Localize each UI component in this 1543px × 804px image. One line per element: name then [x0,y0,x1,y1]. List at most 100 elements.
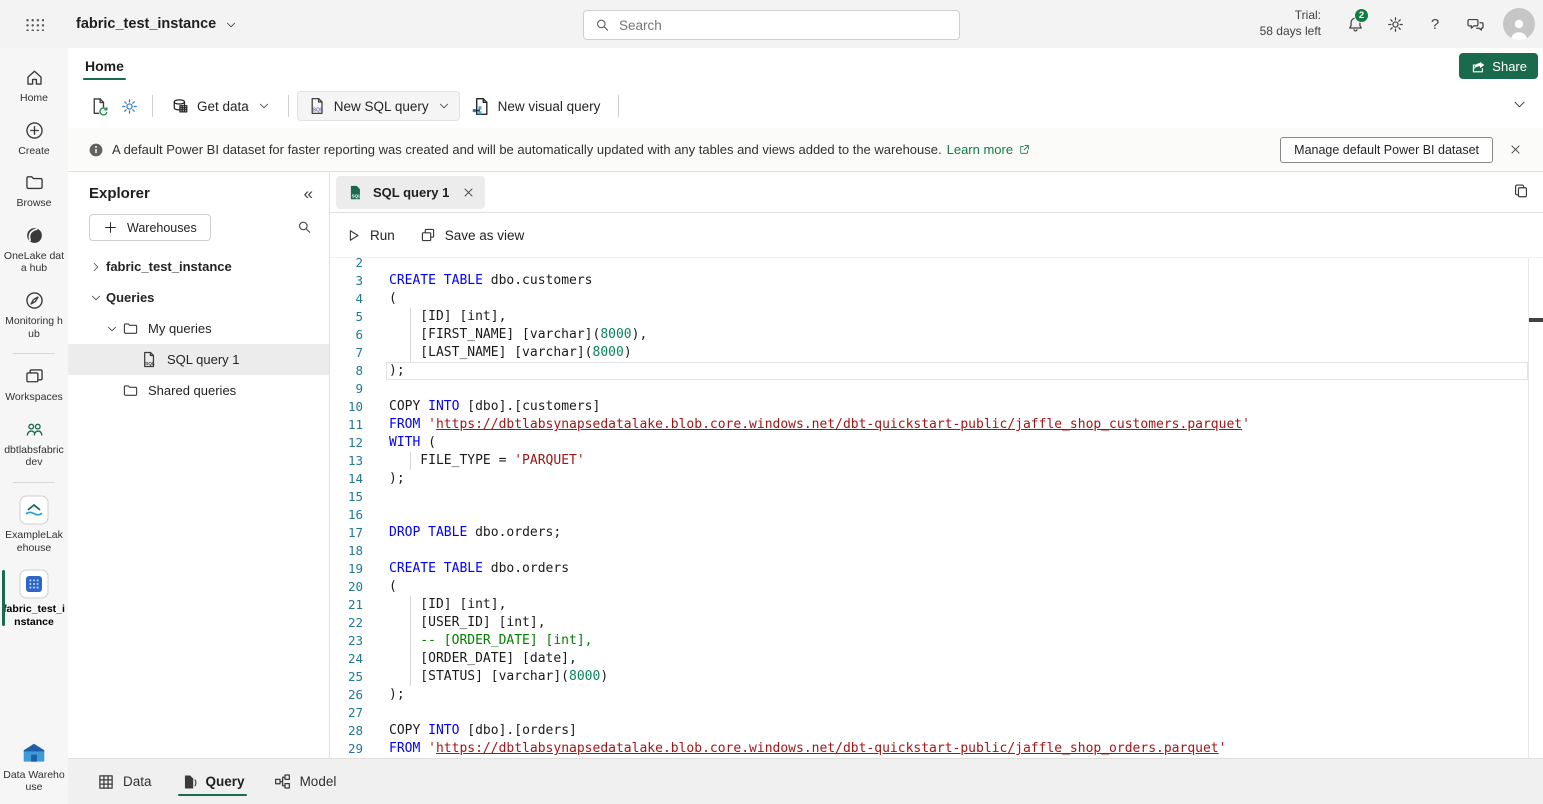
copy-button[interactable] [1512,182,1530,200]
code-line-21[interactable]: 21 [ID] [int], [330,596,1543,614]
bottom-tab-model[interactable]: Model [273,759,337,804]
line-number: 4 [330,290,363,308]
code-line-13[interactable]: 13 FILE_TYPE = 'PARQUET' [330,452,1543,470]
rail-item-workspaces[interactable]: Workspaces [0,359,68,412]
people-icon [24,419,45,440]
tree-item-queries[interactable]: Queries [68,282,329,313]
code-line-18[interactable]: 18 [330,542,1543,560]
rail-item-create[interactable]: Create [0,113,68,166]
scrollbar-marker[interactable] [1529,318,1543,322]
notifications-button[interactable]: 2 [1335,4,1375,44]
rail-item-label: OneLake data hub [3,250,65,275]
line-number: 9 [330,380,363,398]
code-line-5[interactable]: 5 [ID] [int], [330,308,1543,326]
code-line-15[interactable]: 15 [330,488,1543,506]
code-line-2[interactable]: 2 [330,258,1543,272]
rail-item-label: Monitoring hub [3,315,65,340]
manage-default-dataset-button[interactable]: Manage default Power BI dataset [1280,137,1493,163]
ribbon-toolbar: Get data SQL New SQL query New visual qu… [68,84,1543,128]
code-line-27[interactable]: 27 [330,704,1543,722]
global-search[interactable] [583,10,960,40]
query-tab-sql-query-1[interactable]: SQL SQL query 1 [336,176,485,209]
rail-item-monitoring-hub[interactable]: Monitoring hub [0,283,68,348]
line-number: 7 [330,344,363,362]
line-number: 8 [330,362,363,380]
code-line-8[interactable]: 8); [330,362,1543,380]
collapse-ribbon-button[interactable] [1512,97,1527,112]
line-number: 25 [330,668,363,686]
code-line-7[interactable]: 7 [LAST_NAME] [varchar](8000) [330,344,1543,362]
tree-item-shared-queries[interactable]: Shared queries [68,375,329,406]
rail-item-data-warehouse[interactable]: Data Warehouse [0,734,68,802]
banner-close-button[interactable] [1499,134,1531,166]
code-line-22[interactable]: 22 [USER_ID] [int], [330,614,1543,632]
new-visual-query-button[interactable]: New visual query [460,91,611,121]
rail-item-fabric-test-instance[interactable]: fabric_test_instance [0,562,68,636]
model-icon [273,772,292,791]
new-warehouse-button[interactable]: Warehouses [89,214,211,241]
feedback-button[interactable] [1455,4,1495,44]
code-line-24[interactable]: 24 [ORDER_DATE] [date], [330,650,1543,668]
code-line-25[interactable]: 25 [STATUS] [varchar](8000) [330,668,1543,686]
help-button[interactable]: ? [1415,4,1455,44]
code-line-9[interactable]: 9 [330,380,1543,398]
rail-item-label: Data Warehouse [3,769,65,794]
sql-editor[interactable]: 23CREATE TABLE dbo.customers4(5 [ID] [in… [330,258,1543,758]
code-line-14[interactable]: 14); [330,470,1543,488]
data-warehouse-icon [21,741,47,765]
bottom-tab-data[interactable]: Data [97,759,152,804]
learn-more-link[interactable]: Learn more [947,142,1031,157]
code-line-6[interactable]: 6 [FIRST_NAME] [varchar](8000), [330,326,1543,344]
code-text: WITH ( [389,434,436,452]
chevron-right-icon[interactable] [86,261,106,273]
tab-home[interactable]: Home [83,51,126,81]
tree-item-label: Queries [106,290,154,305]
line-number: 2 [330,258,363,272]
refresh-document-button[interactable] [84,91,114,121]
rail-item-browse[interactable]: Browse [0,165,68,218]
code-line-4[interactable]: 4( [330,290,1543,308]
get-data-button[interactable]: Get data [161,91,280,121]
code-line-11[interactable]: 11FROM 'https://dbtlabsynapsedatalake.bl… [330,416,1543,434]
trial-status: Trial: 58 days left [1260,8,1321,39]
tree-item-my-queries[interactable]: My queries [68,313,329,344]
avatar[interactable] [1503,8,1535,40]
settings-button[interactable] [1375,4,1415,44]
run-button[interactable]: Run [345,227,395,244]
warehouse-settings-button[interactable] [114,91,144,121]
explorer-search-button[interactable] [296,219,313,236]
tree-item-fabric-test-instance[interactable]: fabric_test_instance [68,251,329,282]
new-sql-query-button[interactable]: SQL New SQL query [297,91,460,121]
collapse-explorer-button[interactable]: « [304,185,313,202]
chevron-down-icon[interactable] [86,292,106,304]
code-line-10[interactable]: 10COPY INTO [dbo].[customers] [330,398,1543,416]
code-line-12[interactable]: 12WITH ( [330,434,1543,452]
search-input[interactable] [619,18,949,33]
save-as-view-button[interactable]: Save as view [419,226,525,244]
banner-message: A default Power BI dataset for faster re… [112,142,942,157]
code-line-28[interactable]: 28COPY INTO [dbo].[orders] [330,722,1543,740]
rail-item-onelake-data-hub[interactable]: OneLake data hub [0,218,68,283]
code-line-26[interactable]: 26); [330,686,1543,704]
rail-item-label: Workspaces [3,391,65,404]
workspace-title[interactable]: fabric_test_instance [76,16,237,32]
bottom-tab-query[interactable]: Query [180,759,245,804]
share-button[interactable]: Share [1459,53,1538,79]
tree-item-sql-query-1[interactable]: SQLSQL query 1 [68,344,329,375]
rail-item-dbtlabsfabricdev[interactable]: dbtlabsfabricdev [0,412,68,477]
code-text: COPY INTO [dbo].[orders] [389,722,577,740]
doc-page-icon [180,773,198,791]
code-line-3[interactable]: 3CREATE TABLE dbo.customers [330,272,1543,290]
chevron-down-icon[interactable] [102,323,122,335]
code-line-17[interactable]: 17DROP TABLE dbo.orders; [330,524,1543,542]
close-tab-button[interactable] [458,182,478,202]
code-text: FROM 'https://dbtlabsynapsedatalake.blob… [389,416,1250,434]
code-line-16[interactable]: 16 [330,506,1543,524]
rail-item-home[interactable]: Home [0,60,68,113]
code-line-20[interactable]: 20( [330,578,1543,596]
code-line-19[interactable]: 19CREATE TABLE dbo.orders [330,560,1543,578]
code-line-29[interactable]: 29FROM 'https://dbtlabsynapsedatalake.bl… [330,740,1543,758]
waffle-icon[interactable] [0,17,68,31]
code-line-23[interactable]: 23 -- [ORDER_DATE] [int], [330,632,1543,650]
rail-item-examplelakehouse[interactable]: ExampleLakehouse [0,488,68,562]
